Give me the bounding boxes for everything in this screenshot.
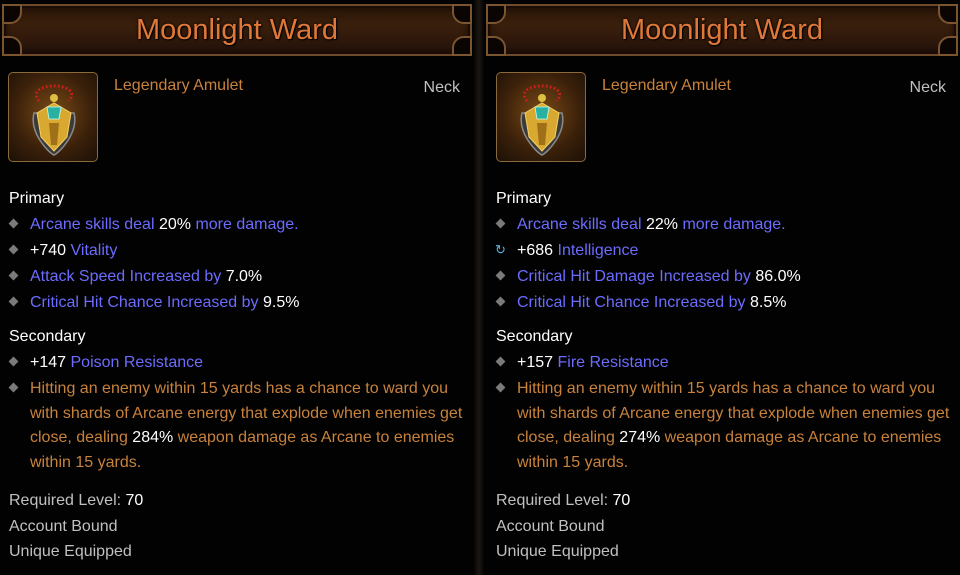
diamond-icon	[495, 218, 506, 229]
diamond-icon	[495, 356, 506, 367]
required-level: Required Level: 70	[9, 492, 144, 509]
amulet-icon[interactable]	[8, 72, 98, 162]
item-tooltip-left: Moonlight Ward Legendary Amulet Neck Pri…	[0, 0, 474, 575]
secondary-label: Secondary	[9, 328, 86, 345]
item-type: Legendary Amulet	[114, 77, 243, 94]
secondary-stat: +147 Poison Resistance	[8, 351, 466, 376]
diamond-icon	[8, 244, 19, 255]
diamond-icon	[8, 218, 19, 229]
amulet-icon[interactable]	[496, 72, 586, 162]
primary-stat: Attack Speed Increased by 7.0%	[8, 265, 466, 290]
unique-equipped: Unique Equipped	[496, 543, 619, 560]
panel-divider	[474, 0, 484, 575]
unique-equipped: Unique Equipped	[9, 543, 132, 560]
diamond-icon	[495, 296, 506, 307]
item-type: Legendary Amulet	[602, 77, 731, 94]
diamond-icon	[8, 356, 19, 367]
diamond-icon	[495, 382, 506, 393]
item-tooltip-right: Moonlight Ward Legendary Amulet Neck Pri…	[484, 0, 960, 575]
primary-stat: Arcane skills deal 22% more damage.	[495, 213, 952, 238]
primary-stat: +740 Vitality	[8, 239, 466, 264]
primary-stat: ↻ +686 Intelligence	[495, 242, 639, 259]
primary-label: Primary	[9, 190, 65, 207]
title-bar: Moonlight Ward	[486, 4, 958, 56]
primary-stat: Critical Hit Damage Increased by 86.0%	[495, 265, 952, 290]
primary-stat: Arcane skills deal 20% more damage.	[8, 213, 466, 238]
primary-stat: Critical Hit Chance Increased by 9.5%	[8, 291, 466, 316]
item-slot: Neck	[423, 79, 460, 96]
diamond-icon	[8, 270, 19, 281]
primary-label: Primary	[496, 190, 552, 207]
required-level: Required Level: 70	[496, 492, 631, 509]
reroll-icon: ↻	[495, 242, 506, 257]
legendary-affix: Hitting an enemy within 15 yards has a c…	[8, 377, 466, 475]
diamond-icon	[8, 296, 19, 307]
primary-stat: Critical Hit Chance Increased by 8.5%	[495, 291, 952, 316]
secondary-stat: +157 Fire Resistance	[495, 351, 952, 376]
diamond-icon	[495, 270, 506, 281]
item-title: Moonlight Ward	[135, 14, 338, 46]
diamond-icon	[8, 382, 19, 393]
account-bound: Account Bound	[496, 518, 605, 535]
item-title: Moonlight Ward	[620, 14, 823, 46]
secondary-label: Secondary	[496, 328, 573, 345]
legendary-affix: Hitting an enemy within 15 yards has a c…	[495, 377, 952, 475]
account-bound: Account Bound	[9, 518, 118, 535]
item-slot: Neck	[909, 79, 946, 96]
title-bar: Moonlight Ward	[2, 4, 472, 56]
